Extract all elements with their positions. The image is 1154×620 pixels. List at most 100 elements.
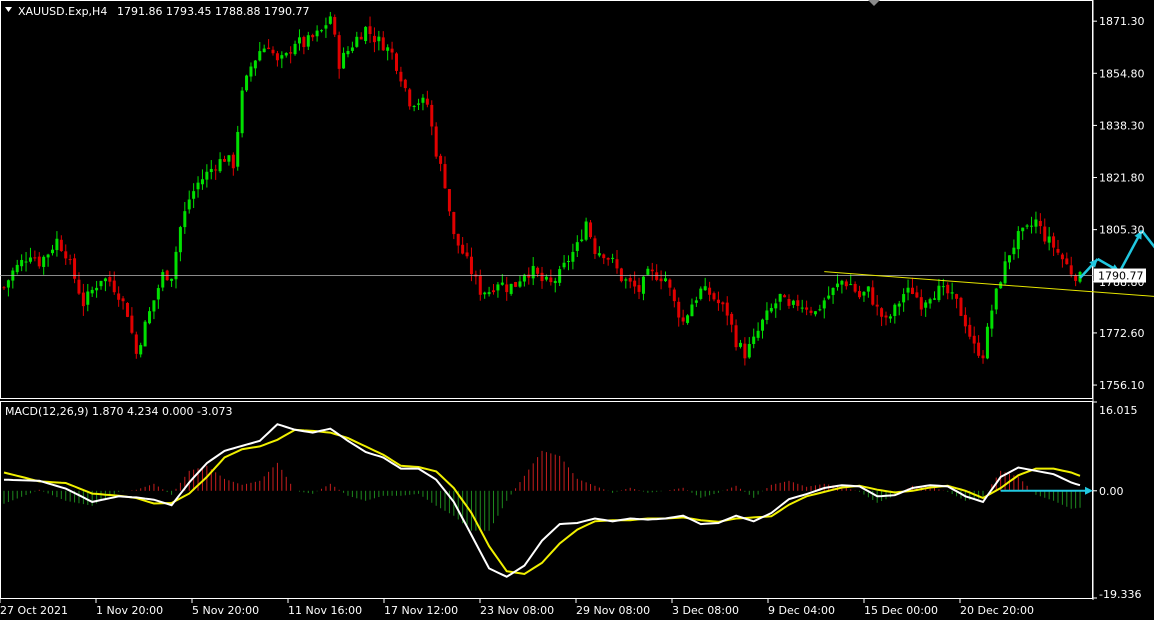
candle-body bbox=[990, 310, 994, 329]
candle-body bbox=[403, 79, 407, 89]
candle bbox=[394, 52, 398, 75]
price-tick-label: 1871.30 bbox=[1099, 15, 1145, 28]
candle-body bbox=[447, 189, 451, 212]
candle-body bbox=[871, 287, 875, 305]
candle-body bbox=[139, 345, 143, 355]
candle-body bbox=[840, 280, 844, 285]
candle-body bbox=[818, 309, 822, 311]
candle-body bbox=[738, 342, 742, 347]
candle-body bbox=[858, 291, 862, 298]
macd-label: MACD(12,26,9) 1.870 4.234 0.000 -3.073 bbox=[5, 405, 232, 418]
candle-body bbox=[209, 168, 213, 173]
chart-background bbox=[0, 0, 1154, 620]
candle-body bbox=[822, 300, 826, 309]
candle-body bbox=[566, 260, 570, 262]
candle-body bbox=[937, 285, 941, 301]
candle-body bbox=[734, 325, 738, 348]
time-tick-label: 1 Nov 20:00 bbox=[96, 604, 163, 617]
candle-body bbox=[1025, 225, 1029, 227]
candle-body bbox=[240, 90, 244, 134]
candle-body bbox=[381, 37, 385, 51]
candle-body bbox=[156, 288, 160, 300]
candle-body bbox=[95, 287, 99, 291]
candle-body bbox=[236, 131, 240, 167]
candle-body bbox=[170, 278, 174, 281]
candle-body bbox=[571, 251, 575, 262]
candle-body bbox=[677, 301, 681, 318]
candle-body bbox=[99, 280, 103, 287]
candle-body bbox=[708, 287, 712, 295]
candle-body bbox=[902, 294, 906, 303]
macd-tick-label: -19.336 bbox=[1099, 588, 1141, 601]
candle-body bbox=[505, 284, 509, 293]
candle bbox=[514, 281, 518, 288]
candle-body bbox=[853, 283, 857, 292]
candle-body bbox=[774, 303, 778, 309]
candle-body bbox=[791, 300, 795, 305]
candle-body bbox=[275, 53, 279, 61]
candle-body bbox=[1065, 258, 1069, 265]
candle-body bbox=[377, 36, 381, 42]
candle-body bbox=[483, 292, 487, 295]
time-tick-label: 17 Nov 12:00 bbox=[384, 604, 458, 617]
candle-body bbox=[866, 286, 870, 292]
candle-body bbox=[549, 277, 553, 283]
candle-body bbox=[2, 287, 6, 289]
candle-body bbox=[721, 302, 725, 305]
candle-body bbox=[6, 280, 10, 288]
candle-body bbox=[972, 335, 976, 344]
candle-body bbox=[756, 330, 760, 338]
candle-body bbox=[946, 284, 950, 294]
candle-body bbox=[730, 313, 734, 325]
candle-body bbox=[514, 282, 518, 287]
candle-body bbox=[465, 252, 469, 257]
candle-body bbox=[924, 302, 928, 308]
candle-body bbox=[950, 292, 954, 294]
candle-body bbox=[386, 47, 390, 51]
price-tick-label: 1821.80 bbox=[1099, 172, 1145, 185]
candle-body bbox=[51, 249, 55, 254]
candle-body bbox=[752, 336, 756, 345]
candle-body bbox=[963, 314, 967, 327]
candle-body bbox=[906, 287, 910, 293]
candle-body bbox=[783, 295, 787, 298]
candle-body bbox=[928, 299, 932, 304]
candle-body bbox=[231, 154, 235, 169]
candle-body bbox=[646, 268, 650, 275]
candle-body bbox=[425, 98, 429, 105]
candle-body bbox=[553, 280, 557, 284]
candle-body bbox=[68, 259, 72, 261]
candle-body bbox=[765, 310, 769, 320]
candle-body bbox=[880, 308, 884, 317]
candle-body bbox=[311, 34, 315, 38]
candle bbox=[240, 87, 244, 138]
candle-body bbox=[1030, 225, 1034, 227]
candle-body bbox=[372, 35, 376, 43]
time-tick-label: 11 Nov 16:00 bbox=[288, 604, 362, 617]
candle-body bbox=[152, 300, 156, 312]
candle-body bbox=[1012, 247, 1016, 255]
candle-body bbox=[28, 257, 32, 262]
candle-body bbox=[562, 262, 566, 268]
candle-body bbox=[408, 89, 412, 107]
candle-body bbox=[227, 155, 231, 162]
candle-body bbox=[1069, 265, 1073, 275]
candle-body bbox=[306, 35, 310, 47]
candle-body bbox=[15, 264, 19, 273]
candle-body bbox=[527, 274, 531, 278]
candle-body bbox=[844, 281, 848, 287]
candle-body bbox=[1021, 227, 1025, 232]
candle-body bbox=[103, 278, 107, 282]
candle-body bbox=[977, 342, 981, 356]
candle-body bbox=[580, 239, 584, 242]
candle-body bbox=[24, 261, 28, 263]
candle-body bbox=[399, 71, 403, 82]
candle bbox=[245, 74, 249, 92]
candle-body bbox=[681, 317, 685, 322]
candle-body bbox=[328, 16, 332, 24]
candle-body bbox=[703, 286, 707, 291]
candle-body bbox=[633, 280, 637, 287]
candle-body bbox=[324, 25, 328, 29]
current-price-badge: 1790.77 bbox=[1094, 268, 1146, 283]
candle-body bbox=[827, 295, 831, 299]
